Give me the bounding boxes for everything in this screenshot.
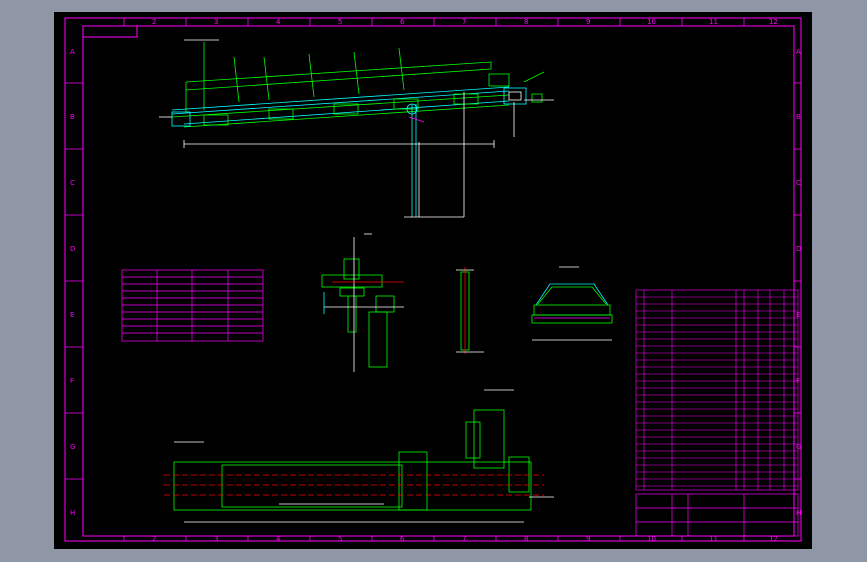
title-block [635,493,799,537]
row-label-right: H [796,509,801,517]
col-label-bottom: 2 [152,535,156,543]
row-label-right: C [796,179,801,187]
row-label-left: B [70,113,75,121]
col-label-top: 12 [769,18,778,26]
col-label-top: 9 [586,18,590,26]
support-column-detail [456,267,484,354]
col-label-bottom: 8 [524,535,528,543]
col-label-bottom: 9 [586,535,590,543]
troughing-idler-section [531,266,613,341]
col-label-top: 10 [647,18,656,26]
col-label-top: 5 [338,18,342,26]
col-label-top: 7 [462,18,466,26]
row-label-left: A [70,48,75,56]
row-label-left: C [70,179,75,187]
col-label-bottom: 6 [400,535,405,543]
col-label-top: 4 [276,18,281,26]
row-label-right: B [796,113,801,121]
col-label-top: 8 [524,18,528,26]
parts-list-table [635,289,799,491]
cad-drawing: 2 3 4 5 6 7 8 9 10 11 12 2 3 4 5 6 7 8 9… [64,17,802,543]
col-label-bottom: 3 [214,535,218,543]
row-label-left: H [70,509,75,517]
col-label-bottom: 5 [338,535,342,543]
row-label-left: G [70,443,75,451]
conveyor-side-view-drawing [159,39,554,218]
col-label-top: 3 [214,18,218,26]
col-label-top: 6 [400,18,405,26]
col-label-bottom: 4 [276,535,281,543]
row-label-right: D [796,245,801,253]
row-label-left: D [70,245,75,253]
drive-assembly-detail [321,233,404,372]
row-label-left: F [70,377,74,385]
row-label-left: E [70,311,74,319]
specification-table [121,269,264,342]
cad-viewport[interactable]: 2 3 4 5 6 7 8 9 10 11 12 2 3 4 5 6 7 8 9… [54,12,812,549]
row-label-right: A [796,48,801,56]
col-label-top: 11 [709,18,718,26]
col-label-bottom: 7 [462,535,466,543]
conveyor-plan-view [164,389,554,523]
col-label-top: 2 [152,18,156,26]
